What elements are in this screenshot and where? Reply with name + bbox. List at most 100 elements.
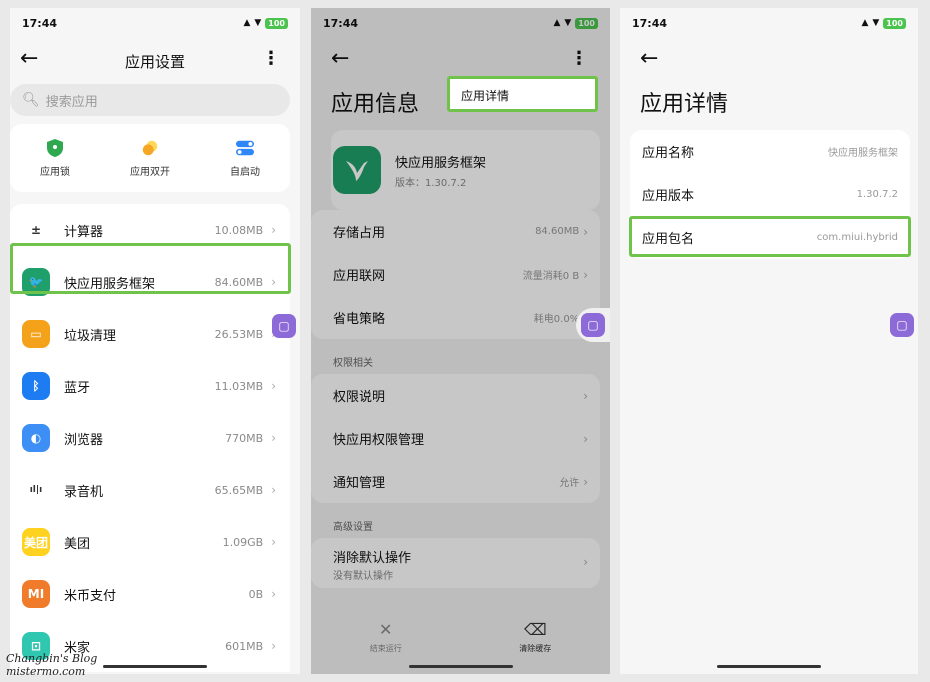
- row-label: 消除默认操作: [333, 551, 412, 566]
- app-name: 垃圾清理: [64, 328, 117, 344]
- row-value: 允许: [559, 478, 580, 489]
- detail-row: 应用包名 com.miui.hybrid: [630, 216, 910, 259]
- search-input[interactable]: 🔍︎ 搜索应用: [10, 84, 290, 116]
- row-label: 权限说明: [333, 390, 386, 405]
- row-label: 通知管理: [333, 476, 386, 491]
- app-list-item[interactable]: ± 计算器 10.08MB ›: [10, 204, 290, 256]
- wifi-icon: ▼: [254, 18, 262, 28]
- status-time: 17:44: [632, 16, 668, 30]
- row-sub: 没有默认操作: [333, 571, 393, 582]
- search-placeholder: 搜索应用: [45, 94, 98, 110]
- status-icons: ▲ ▼ 100: [243, 17, 288, 29]
- app-size: 770MB: [225, 431, 264, 445]
- signal-icon: ▲: [243, 18, 251, 28]
- page-title: 应用详情: [640, 92, 729, 117]
- close-icon: ✕: [379, 620, 393, 639]
- chat-bubble-icon[interactable]: ▢: [581, 313, 605, 337]
- app-size: 11.03MB: [214, 379, 264, 393]
- row-label: 应用联网: [333, 269, 386, 284]
- app-list-item[interactable]: ᛒ 蓝牙 11.03MB ›: [10, 360, 290, 412]
- quick-dual-apps[interactable]: 应用双开: [130, 139, 170, 178]
- signal-icon: ▲: [553, 18, 561, 28]
- section-advanced: 高级设置: [333, 522, 373, 533]
- chat-bubble-icon[interactable]: ▢: [890, 313, 914, 337]
- chevron-right-icon: ›: [583, 388, 588, 403]
- chevron-right-icon: ›: [271, 223, 276, 237]
- info-row[interactable]: 应用联网 流量消耗0 B ›: [311, 253, 600, 296]
- row-value-group: 允许 ›: [559, 474, 588, 490]
- quick-label: 应用锁: [40, 166, 70, 178]
- search-icon: 🔍︎: [22, 92, 40, 108]
- page-title: 应用信息: [331, 92, 420, 117]
- quick-label: 自启动: [230, 166, 260, 178]
- chevron-right-icon: ›: [583, 555, 588, 569]
- clear-cache-button[interactable]: ⌫ 清除缓存: [519, 620, 551, 654]
- app-size: 10.08MB: [214, 223, 264, 237]
- clear-defaults-row[interactable]: 消除默认操作 没有默认操作 ›: [311, 538, 600, 588]
- quick-autostart[interactable]: 自启动: [230, 139, 260, 178]
- chevron-right-icon: ›: [271, 431, 276, 445]
- chevron-right-icon: ›: [271, 639, 276, 653]
- gesture-bar: [103, 665, 207, 668]
- permission-row[interactable]: 通知管理 允许 ›: [311, 460, 600, 503]
- app-size: 84.60MB: [214, 275, 264, 289]
- chevron-right-icon: ›: [271, 275, 276, 289]
- detail-row: 应用版本 1.30.7.2: [630, 173, 910, 216]
- app-list-item[interactable]: MI 米币支付 0B ›: [10, 568, 290, 620]
- app-header-card: 快应用服务框架 版本：1.30.7.2: [331, 130, 600, 210]
- app-name: 录音机: [64, 484, 104, 500]
- app-name: 美团: [64, 536, 91, 552]
- status-icons: ▲ ▼ 100: [861, 17, 906, 29]
- dual-circles-icon: [141, 139, 159, 157]
- battery-icon: 100: [265, 17, 288, 29]
- detail-value: com.miui.hybrid: [816, 232, 898, 243]
- browser-icon: ◐: [22, 424, 50, 452]
- watermark-line1: Changbin's Blog: [6, 652, 98, 665]
- permission-row[interactable]: 权限说明 ›: [311, 374, 600, 417]
- detail-label: 应用版本: [642, 189, 695, 204]
- shield-icon: [46, 138, 64, 157]
- mi-coin-icon: MI: [22, 580, 50, 608]
- signal-icon: ▲: [861, 18, 869, 28]
- row-value-group: 84.60MB ›: [535, 225, 588, 239]
- app-name: 快应用服务框架: [395, 156, 487, 171]
- status-icons: ▲ ▼ 100: [553, 17, 598, 29]
- row-value-group: 流量消耗0 B ›: [523, 267, 588, 283]
- status-time: 17:44: [22, 16, 58, 30]
- detail-label: 应用名称: [642, 146, 695, 161]
- phone-app-details: 17:44 ▲ ▼ 100 ← 应用详情 应用名称 快应用服务框架 应用版本 1.30…: [620, 8, 918, 674]
- details-card: 应用名称 快应用服务框架 应用版本 1.30.7.2 应用包名 com.miui.hybr…: [630, 130, 910, 259]
- bluetooth-icon: ᛒ: [22, 372, 50, 400]
- chat-bubble-icon[interactable]: ▢: [272, 314, 296, 338]
- detail-label: 应用包名: [642, 232, 695, 247]
- permission-row[interactable]: 快应用权限管理 ›: [311, 417, 600, 460]
- calculator-icon: ±: [22, 216, 50, 244]
- chevron-right-icon: ›: [583, 474, 588, 489]
- app-name: 浏览器: [64, 432, 104, 448]
- info-row[interactable]: 存储占用 84.60MB ›: [311, 210, 600, 253]
- app-list: ± 计算器 10.08MB › 🐦 快应用服务框架 84.60MB › ▭ 垃圾清理 26.53MB…: [10, 204, 290, 672]
- action-label: 结束运行: [369, 644, 402, 653]
- info-row[interactable]: 省电策略耗电0.0%›: [311, 296, 600, 339]
- recorder-icon: ıl|ı: [22, 476, 50, 504]
- app-list-item[interactable]: ◐ 浏览器 770MB ›: [10, 412, 290, 464]
- more-options-icon[interactable]: ⋮: [570, 48, 588, 69]
- app-list-item[interactable]: ıl|ı 录音机 65.65MB ›: [10, 464, 290, 516]
- more-options-icon[interactable]: ⋮: [262, 48, 280, 69]
- app-list-item[interactable]: 🐦 快应用服务框架 84.60MB ›: [10, 256, 290, 308]
- storage-settings-card: 存储占用84.60MB› 应用联网 流量消耗0 B› 省电策略耗电0.0%›: [311, 210, 600, 339]
- menu-item-app-details[interactable]: 应用详情: [447, 78, 597, 112]
- status-bar: 17:44 ▲ ▼ 100: [620, 8, 918, 38]
- hummingbird-icon: 🐦: [22, 268, 50, 296]
- quick-label: 应用双开: [130, 166, 170, 178]
- app-list-item[interactable]: 美团 美团 1.09GB ›: [10, 516, 290, 568]
- app-version: 版本：1.30.7.2: [395, 178, 467, 189]
- quick-app-lock[interactable]: 应用锁: [40, 138, 70, 178]
- watermark: Changbin's Blog mistermo.com: [6, 652, 97, 678]
- app-list-item[interactable]: ▭垃圾清理26.53MB›: [10, 308, 290, 360]
- force-stop-button[interactable]: ✕ 结束运行: [370, 620, 402, 654]
- back-arrow-icon[interactable]: ←: [640, 48, 658, 70]
- back-arrow-icon[interactable]: ←: [331, 48, 349, 70]
- app-name: 米币支付: [64, 588, 117, 604]
- gesture-bar: [408, 665, 513, 668]
